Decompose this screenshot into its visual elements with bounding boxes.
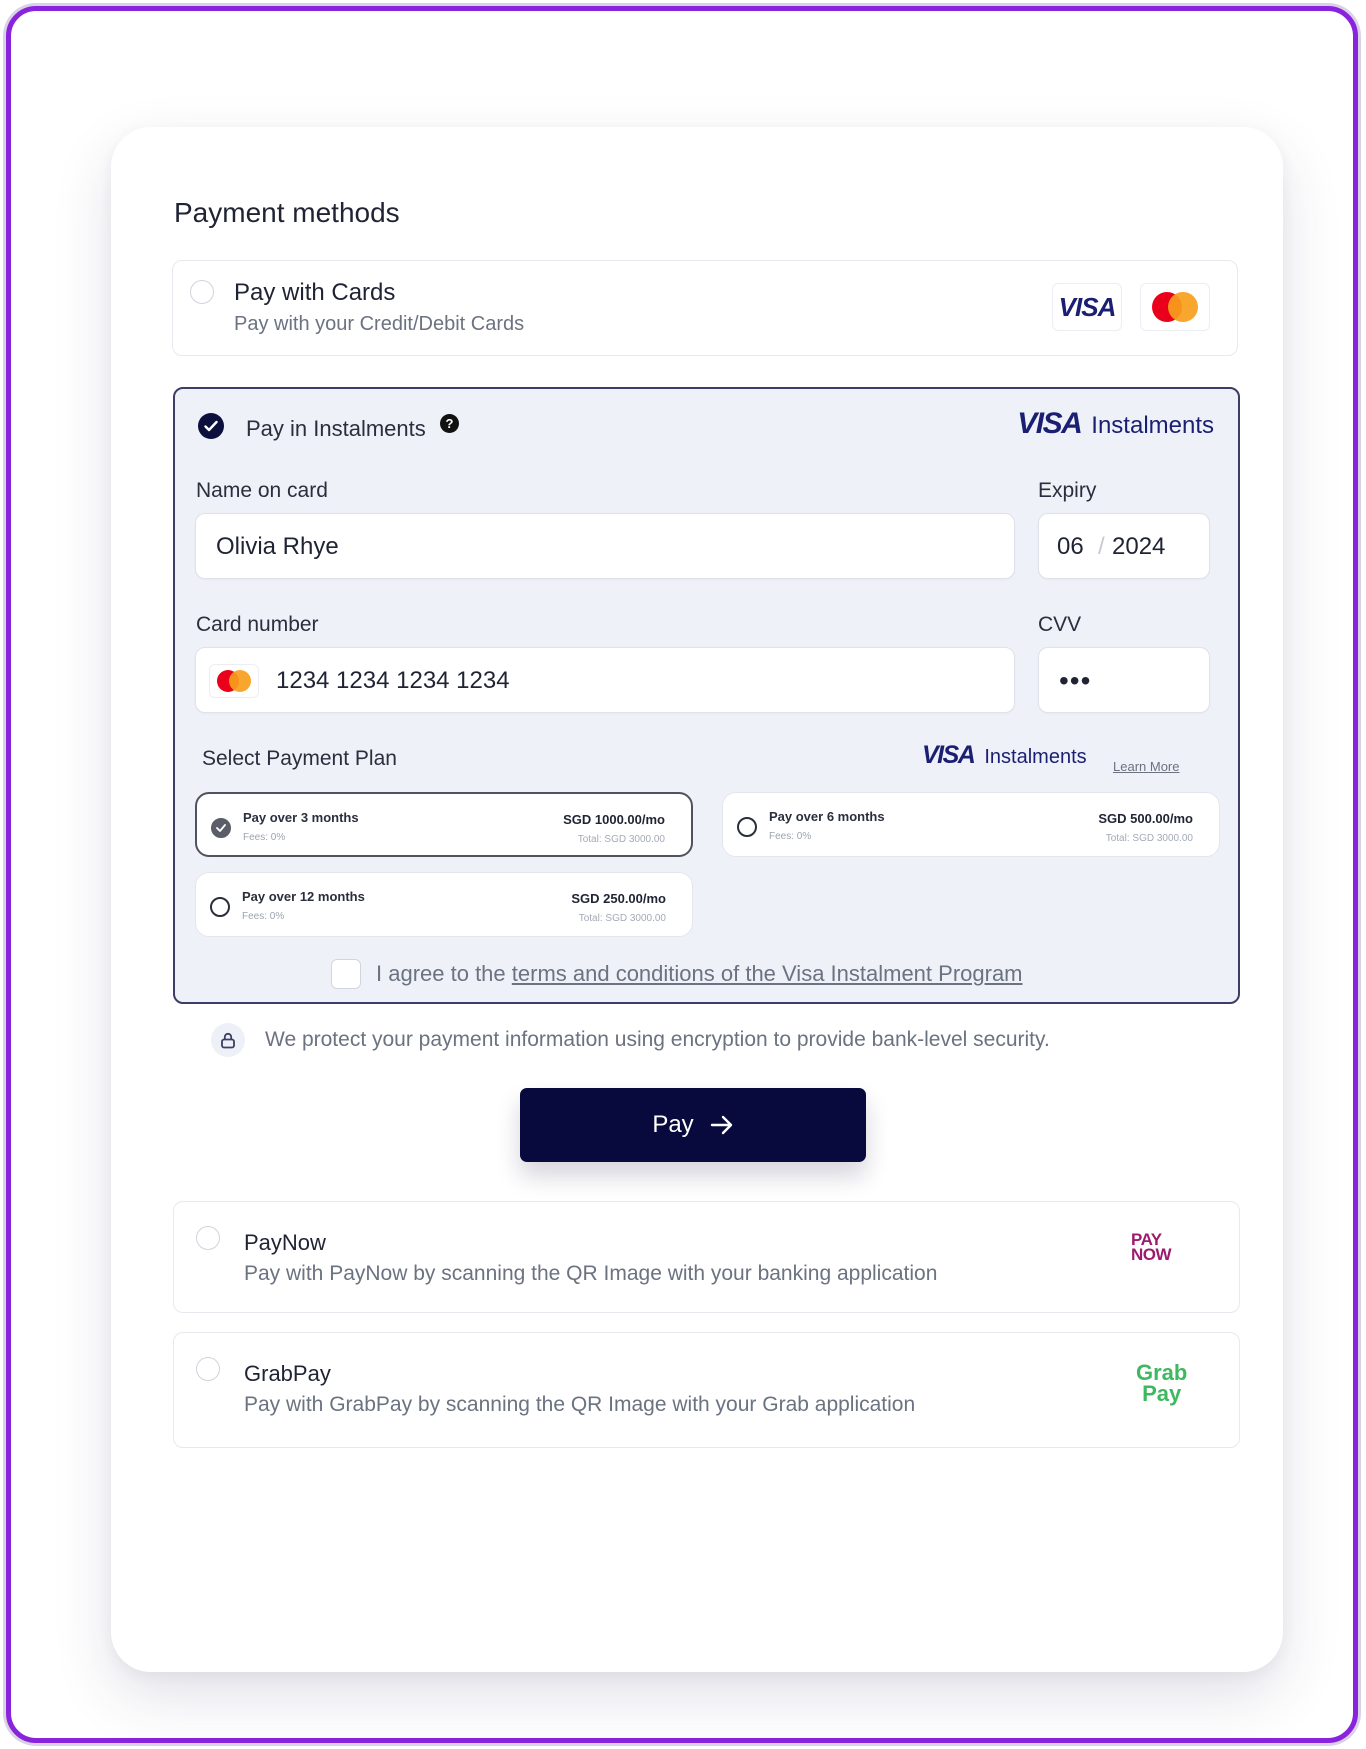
page-title: Payment methods bbox=[174, 197, 400, 228]
visa-logo-icon: VISA bbox=[1058, 291, 1117, 322]
plan-fees: Fees: 0% bbox=[769, 831, 812, 842]
select-plan-label: Select Payment Plan bbox=[202, 747, 397, 770]
option-paynow[interactable]: PayNow Pay with PayNow by scanning the Q… bbox=[173, 1201, 1240, 1313]
expiry-month-value[interactable]: 06 bbox=[1057, 533, 1084, 561]
instalments-selected-check-icon[interactable] bbox=[198, 413, 224, 439]
name-on-card-input[interactable]: Olivia Rhye bbox=[195, 513, 1015, 579]
plan-3-radio-checked-icon[interactable] bbox=[211, 818, 231, 838]
visa-logo-icon: VISA bbox=[922, 741, 976, 769]
grabpay-radio[interactable] bbox=[196, 1357, 220, 1381]
cvv-input[interactable]: ••• bbox=[1038, 647, 1210, 713]
grabpay-subtitle: Pay with GrabPay by scanning the QR Imag… bbox=[244, 1393, 916, 1416]
plan-fees: Fees: 0% bbox=[243, 832, 286, 843]
plan-6-radio[interactable] bbox=[737, 817, 757, 837]
payment-card: Payment methods Pay with Cards Pay with … bbox=[111, 127, 1283, 1672]
mastercard-badge bbox=[1140, 283, 1210, 331]
option-pay-with-cards[interactable]: Pay with Cards Pay with your Credit/Debi… bbox=[172, 260, 1238, 356]
security-note: We protect your payment information usin… bbox=[211, 1023, 1050, 1057]
plan-total: Total: SGD 3000.00 bbox=[1105, 833, 1193, 844]
plan-title: Pay over 12 months bbox=[242, 889, 365, 904]
cvv-value: ••• bbox=[1059, 665, 1092, 696]
plan-title: Pay over 3 months bbox=[243, 810, 359, 825]
cards-subtitle: Pay with your Credit/Debit Cards bbox=[234, 313, 525, 335]
grabpay-title: GrabPay bbox=[244, 1361, 331, 1386]
name-on-card-value: Olivia Rhye bbox=[216, 533, 339, 560]
paynow-logo-bottom: NOW bbox=[1131, 1245, 1172, 1265]
agree-terms-text: I agree to the terms and conditions of t… bbox=[376, 961, 1023, 987]
pay-button-label: Pay bbox=[652, 1111, 694, 1138]
instalments-logo-text: Instalments bbox=[984, 746, 1087, 768]
visa-instalments-logo: VISA Instalments bbox=[1017, 407, 1214, 441]
instalments-title: Pay in Instalments bbox=[246, 416, 426, 441]
plan-total: Total: SGD 3000.00 bbox=[577, 834, 665, 845]
grabpay-logo-bottom: Pay bbox=[1142, 1380, 1182, 1406]
instalments-logo-text: Instalments bbox=[1091, 412, 1214, 439]
grabpay-logo-icon: Grab Pay bbox=[1136, 1362, 1187, 1406]
plan-total: Total: SGD 3000.00 bbox=[578, 913, 666, 924]
plan-title: Pay over 6 months bbox=[769, 809, 885, 824]
paynow-title: PayNow bbox=[244, 1230, 326, 1255]
plan-fees: Fees: 0% bbox=[242, 911, 285, 922]
terms-link[interactable]: terms and conditions of the Visa Instalm… bbox=[512, 961, 1023, 986]
plan-3-months[interactable]: Pay over 3 months Fees: 0% SGD 1000.00/m… bbox=[195, 792, 693, 857]
plan-12-radio[interactable] bbox=[210, 897, 230, 917]
plan-6-months[interactable]: Pay over 6 months Fees: 0% SGD 500.00/mo… bbox=[722, 792, 1220, 857]
paynow-subtitle: Pay with PayNow by scanning the QR Image… bbox=[244, 1262, 938, 1285]
plan-12-months[interactable]: Pay over 12 months Fees: 0% SGD 250.00/m… bbox=[195, 872, 693, 937]
plan-amount: SGD 1000.00/mo bbox=[563, 812, 665, 827]
paynow-logo-icon: PAY NOW bbox=[1131, 1231, 1172, 1265]
visa-instalments-small-logo: VISA Instalments bbox=[922, 741, 1087, 770]
expiry-year-value[interactable]: 2024 bbox=[1112, 533, 1165, 561]
pay-button[interactable]: Pay bbox=[520, 1088, 866, 1162]
paynow-radio[interactable] bbox=[196, 1226, 220, 1250]
visa-logo-icon: VISA bbox=[1017, 407, 1083, 440]
instalments-panel: Pay in Instalments ? VISA Instalments Na… bbox=[173, 387, 1240, 1004]
agree-terms-checkbox[interactable] bbox=[331, 959, 361, 989]
lock-icon bbox=[211, 1023, 245, 1057]
card-number-input[interactable]: 1234 1234 1234 1234 bbox=[195, 647, 1015, 713]
plan-amount: SGD 500.00/mo bbox=[1098, 811, 1193, 826]
name-on-card-label: Name on card bbox=[196, 479, 328, 502]
expiry-input[interactable]: 06 / 2024 bbox=[1038, 513, 1210, 579]
plan-amount: SGD 250.00/mo bbox=[571, 891, 666, 906]
help-icon[interactable]: ? bbox=[440, 414, 459, 433]
card-number-label: Card number bbox=[196, 613, 319, 636]
arrow-right-icon bbox=[710, 1115, 732, 1135]
mastercard-icon bbox=[209, 664, 259, 698]
cvv-label: CVV bbox=[1038, 613, 1082, 636]
cards-radio[interactable] bbox=[190, 280, 214, 304]
agree-prefix: I agree to the bbox=[376, 961, 512, 986]
expiry-label: Expiry bbox=[1038, 479, 1097, 502]
cards-title: Pay with Cards bbox=[234, 279, 396, 306]
mastercard-logo-icon bbox=[1152, 292, 1198, 322]
security-note-text: We protect your payment information usin… bbox=[265, 1028, 1050, 1051]
expiry-separator: / bbox=[1098, 533, 1105, 560]
card-number-value: 1234 1234 1234 1234 bbox=[276, 667, 510, 694]
window-frame: Payment methods Pay with Cards Pay with … bbox=[6, 6, 1358, 1743]
learn-more-link[interactable]: Learn More bbox=[1113, 759, 1179, 774]
option-grabpay[interactable]: GrabPay Pay with GrabPay by scanning the… bbox=[173, 1332, 1240, 1448]
visa-badge: VISA bbox=[1052, 283, 1122, 331]
